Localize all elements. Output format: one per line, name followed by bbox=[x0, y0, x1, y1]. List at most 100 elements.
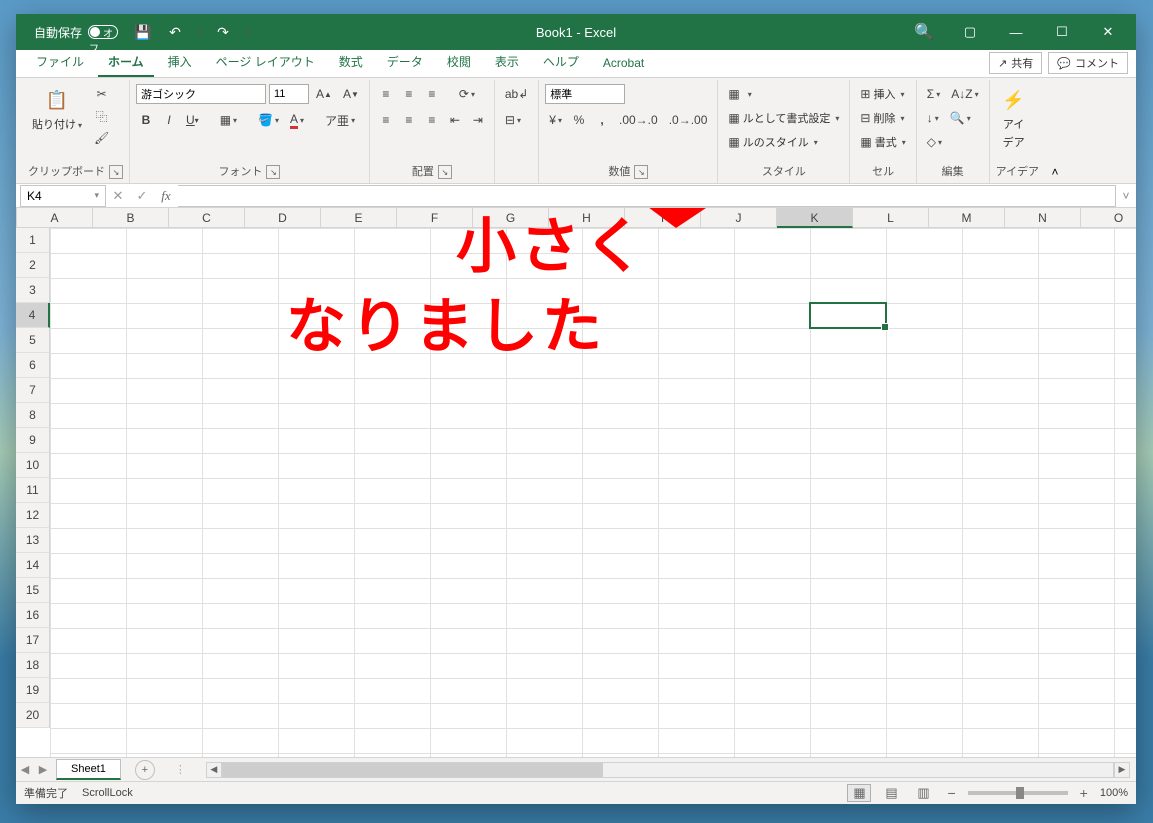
alignment-launcher[interactable]: ↘ bbox=[438, 165, 452, 179]
zoom-level[interactable]: 100% bbox=[1100, 787, 1128, 799]
format-painter-icon[interactable]: 🖌 bbox=[90, 128, 113, 148]
column-header-C[interactable]: C bbox=[169, 208, 245, 228]
column-header-J[interactable]: J bbox=[701, 208, 777, 228]
decrease-decimal-icon[interactable]: .0→.00 bbox=[665, 110, 712, 130]
maximize-button[interactable]: ☐ bbox=[1040, 14, 1084, 50]
column-header-N[interactable]: N bbox=[1005, 208, 1081, 228]
row-header-1[interactable]: 1 bbox=[16, 228, 50, 253]
save-icon[interactable]: 💾 bbox=[132, 21, 154, 43]
align-bottom-icon[interactable]: ≡ bbox=[422, 84, 442, 104]
autosave-switch[interactable]: オフ bbox=[88, 25, 118, 39]
column-header-F[interactable]: F bbox=[397, 208, 473, 228]
ribbon-display-options-icon[interactable]: ▢ bbox=[948, 14, 992, 50]
number-launcher[interactable]: ↘ bbox=[634, 165, 648, 179]
accounting-format-icon[interactable]: ¥ bbox=[545, 110, 566, 130]
percent-format-icon[interactable]: % bbox=[569, 110, 589, 130]
scroll-right-button[interactable]: ▶ bbox=[1114, 762, 1130, 778]
horizontal-scrollbar[interactable]: ◀ ▶ bbox=[206, 762, 1130, 778]
normal-view-icon[interactable]: ▦ bbox=[847, 784, 871, 802]
row-header-10[interactable]: 10 bbox=[16, 453, 50, 478]
tab-insert[interactable]: 挿入 bbox=[158, 48, 202, 77]
underline-button[interactable]: U▾ bbox=[182, 110, 203, 130]
tab-data[interactable]: データ bbox=[377, 48, 433, 77]
format-cells-button[interactable]: ▦ 書式 bbox=[856, 132, 909, 152]
align-left-icon[interactable]: ≡ bbox=[376, 110, 396, 130]
column-header-H[interactable]: H bbox=[549, 208, 625, 228]
row-header-11[interactable]: 11 bbox=[16, 478, 50, 503]
name-box[interactable]: K4▾ bbox=[20, 185, 106, 207]
scroll-thumb[interactable] bbox=[223, 763, 603, 777]
column-header-K[interactable]: K bbox=[777, 208, 853, 228]
close-button[interactable]: ✕ bbox=[1086, 14, 1130, 50]
increase-decimal-icon[interactable]: .00→.0 bbox=[615, 110, 662, 130]
cell-styles-button[interactable]: ▦ ルのスタイル bbox=[724, 132, 821, 152]
cells-area[interactable] bbox=[50, 228, 1136, 757]
share-button[interactable]: ↗ 共有 bbox=[989, 52, 1042, 74]
format-as-table-button[interactable]: ▦ ルとして書式設定 bbox=[724, 108, 843, 128]
column-header-L[interactable]: L bbox=[853, 208, 929, 228]
sheet-tab-sheet1[interactable]: Sheet1 bbox=[56, 759, 121, 780]
sort-filter-icon[interactable]: A↓Z bbox=[947, 84, 982, 104]
expand-formula-bar-icon[interactable]: ˅ bbox=[1116, 189, 1136, 203]
collapse-ribbon-icon[interactable]: ˄ bbox=[1045, 80, 1065, 183]
tab-page-layout[interactable]: ページ レイアウト bbox=[206, 48, 325, 77]
copy-icon[interactable]: ⿻ bbox=[90, 106, 113, 126]
insert-function-icon[interactable]: fx bbox=[154, 185, 178, 207]
row-header-17[interactable]: 17 bbox=[16, 628, 50, 653]
row-header-3[interactable]: 3 bbox=[16, 278, 50, 303]
align-middle-icon[interactable]: ≡ bbox=[399, 84, 419, 104]
insert-cells-button[interactable]: ⊞ 挿入 bbox=[856, 84, 908, 104]
enter-formula-icon[interactable]: ✓ bbox=[130, 185, 154, 207]
scroll-left-button[interactable]: ◀ bbox=[206, 762, 222, 778]
increase-font-icon[interactable]: A▲ bbox=[312, 84, 336, 104]
tab-file[interactable]: ファイル bbox=[26, 48, 94, 77]
merge-center-icon[interactable]: ⊟ bbox=[501, 110, 525, 130]
row-header-20[interactable]: 20 bbox=[16, 703, 50, 728]
zoom-out-button[interactable]: − bbox=[943, 785, 959, 801]
number-format-select[interactable] bbox=[545, 84, 625, 104]
row-header-4[interactable]: 4 bbox=[16, 303, 50, 328]
bold-button[interactable]: B bbox=[136, 110, 156, 130]
cancel-formula-icon[interactable]: ✕ bbox=[106, 185, 130, 207]
decrease-indent-icon[interactable]: ⇤ bbox=[445, 110, 465, 130]
row-header-8[interactable]: 8 bbox=[16, 403, 50, 428]
page-break-view-icon[interactable]: ▥ bbox=[911, 784, 935, 802]
formula-input[interactable] bbox=[178, 185, 1116, 207]
column-header-M[interactable]: M bbox=[929, 208, 1005, 228]
italic-button[interactable]: I bbox=[159, 110, 179, 130]
undo-icon[interactable]: ↶ bbox=[164, 21, 186, 43]
phonetic-icon[interactable]: ア亜 bbox=[321, 110, 359, 130]
row-header-13[interactable]: 13 bbox=[16, 528, 50, 553]
paste-button[interactable]: 📋 貼り付け bbox=[28, 84, 86, 134]
decrease-font-icon[interactable]: A▼ bbox=[339, 84, 363, 104]
clear-icon[interactable]: ◇ bbox=[923, 132, 946, 152]
align-right-icon[interactable]: ≡ bbox=[422, 110, 442, 130]
column-header-G[interactable]: G bbox=[473, 208, 549, 228]
add-sheet-button[interactable]: + bbox=[135, 760, 155, 780]
font-name-select[interactable] bbox=[136, 84, 266, 104]
comments-button[interactable]: 💬 コメント bbox=[1048, 52, 1128, 74]
conditional-formatting-button[interactable]: ▦ bbox=[724, 84, 755, 104]
column-header-E[interactable]: E bbox=[321, 208, 397, 228]
tab-formulas[interactable]: 数式 bbox=[329, 48, 373, 77]
row-header-14[interactable]: 14 bbox=[16, 553, 50, 578]
undo-dropdown[interactable] bbox=[196, 27, 202, 38]
row-header-6[interactable]: 6 bbox=[16, 353, 50, 378]
autosum-icon[interactable]: Σ bbox=[923, 84, 944, 104]
tab-view[interactable]: 表示 bbox=[485, 48, 529, 77]
row-header-5[interactable]: 5 bbox=[16, 328, 50, 353]
borders-icon[interactable]: ▦ bbox=[216, 110, 241, 130]
comma-format-icon[interactable]: , bbox=[592, 110, 612, 130]
minimize-button[interactable]: — bbox=[994, 14, 1038, 50]
sheet-nav-prev[interactable]: ◀ bbox=[16, 761, 34, 779]
find-select-icon[interactable]: 🔍 bbox=[946, 108, 975, 128]
orientation-icon[interactable]: ⟳ bbox=[455, 84, 479, 104]
page-layout-view-icon[interactable]: ▤ bbox=[879, 784, 903, 802]
column-header-I[interactable]: I bbox=[625, 208, 701, 228]
clipboard-launcher[interactable]: ↘ bbox=[109, 165, 123, 179]
tab-review[interactable]: 校閲 bbox=[437, 48, 481, 77]
align-center-icon[interactable]: ≡ bbox=[399, 110, 419, 130]
row-header-19[interactable]: 19 bbox=[16, 678, 50, 703]
align-top-icon[interactable]: ≡ bbox=[376, 84, 396, 104]
zoom-in-button[interactable]: + bbox=[1076, 785, 1092, 801]
